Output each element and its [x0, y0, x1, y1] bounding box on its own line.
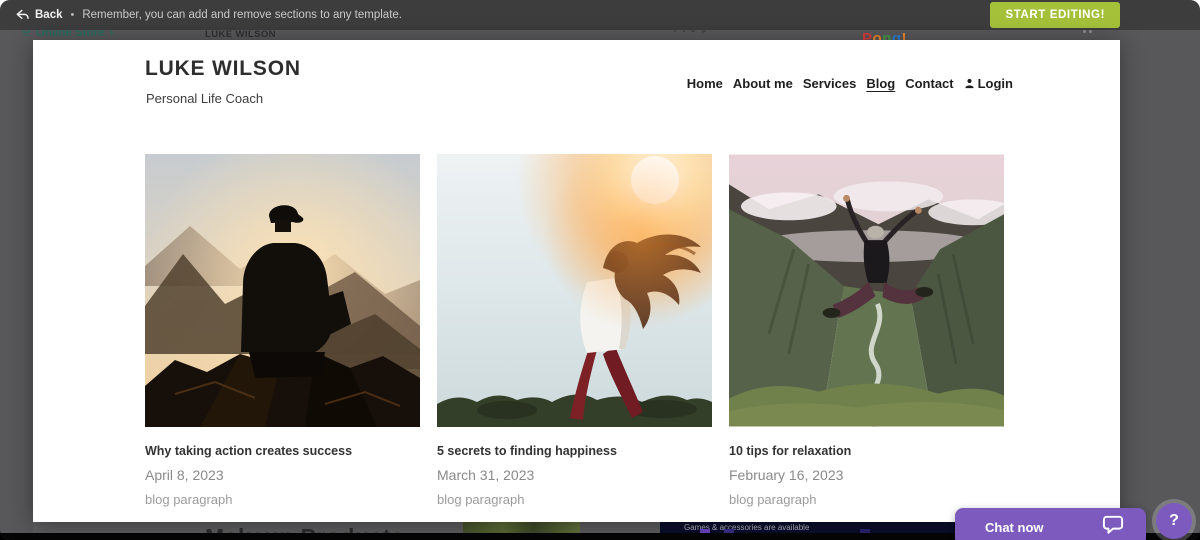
backdrop-brand: LUKE WILSON — [205, 29, 276, 40]
back-button[interactable]: Back • Remember, you can add and remove … — [16, 0, 402, 30]
nav-item-blog[interactable]: Blog — [866, 76, 895, 91]
blog-post-title[interactable]: 10 tips for relaxation — [729, 444, 1004, 458]
nav-item-about-me[interactable]: About me — [733, 76, 793, 91]
blog-card: Why taking action creates success April … — [145, 154, 420, 507]
separator-dot: • — [70, 9, 75, 21]
blog-card: 10 tips for relaxation February 16, 2023… — [729, 154, 1004, 507]
screen: { "editor_bar": { "back_label": "Back", … — [0, 0, 1200, 540]
start-editing-button[interactable]: START EDITING! — [990, 2, 1120, 28]
blog-post-title[interactable]: 5 secrets to finding happiness — [437, 444, 712, 458]
blog-post-image-jumping-person[interactable] — [729, 154, 1004, 427]
backdrop-games-banner: Games & accessories are available — [660, 522, 960, 533]
editor-hint-text: Remember, you can add and remove section… — [82, 9, 402, 21]
chat-now-label: Chat now — [985, 519, 1044, 535]
chat-bubble-icon — [1102, 515, 1124, 540]
back-arrow-icon — [16, 9, 29, 21]
back-label: Back — [35, 9, 63, 21]
backdrop-dots — [1083, 30, 1092, 33]
nav-item-services[interactable]: Services — [803, 76, 857, 91]
blog-post-date: April 8, 2023 — [145, 467, 224, 483]
site-tagline: Personal Life Coach — [146, 91, 264, 106]
blog-post-date: February 16, 2023 — [729, 467, 844, 483]
backdrop-makeup-heading: Makeup Products — [205, 524, 404, 533]
chat-now-widget[interactable]: Chat now — [955, 508, 1146, 540]
blog-post-excerpt: blog paragraph — [145, 492, 233, 507]
person-icon — [964, 78, 975, 89]
blog-post-excerpt: blog paragraph — [437, 492, 525, 507]
blog-post-list: Why taking action creates success April … — [145, 154, 1004, 507]
nav-item-contact[interactable]: Contact — [905, 76, 953, 91]
nav-item-home[interactable]: Home — [687, 76, 723, 91]
blog-post-title[interactable]: Why taking action creates success — [145, 444, 420, 458]
site-brand[interactable]: LUKE WILSON — [145, 57, 301, 81]
login-button[interactable]: Login — [964, 76, 1013, 91]
site-nav: Home About me Services Blog Contact Logi… — [687, 76, 1013, 91]
template-preview-modal: LUKE WILSON Personal Life Coach Home Abo… — [33, 40, 1120, 522]
blog-post-image-dancing-woman[interactable] — [437, 154, 712, 427]
blog-post-date: March 31, 2023 — [437, 467, 535, 483]
backdrop-product-image — [463, 522, 580, 533]
app-window: Online Store › LUKE WILSON f t o p Pong!… — [0, 0, 1200, 540]
editor-topbar: Back • Remember, you can add and remove … — [0, 0, 1200, 30]
help-button[interactable]: ? — [1156, 503, 1192, 539]
blog-post-excerpt: blog paragraph — [729, 492, 817, 507]
blog-post-image-sunset-man[interactable] — [145, 154, 420, 427]
help-question-label: ? — [1169, 512, 1179, 529]
blog-card: 5 secrets to finding happiness March 31,… — [437, 154, 712, 507]
login-label: Login — [977, 76, 1013, 91]
